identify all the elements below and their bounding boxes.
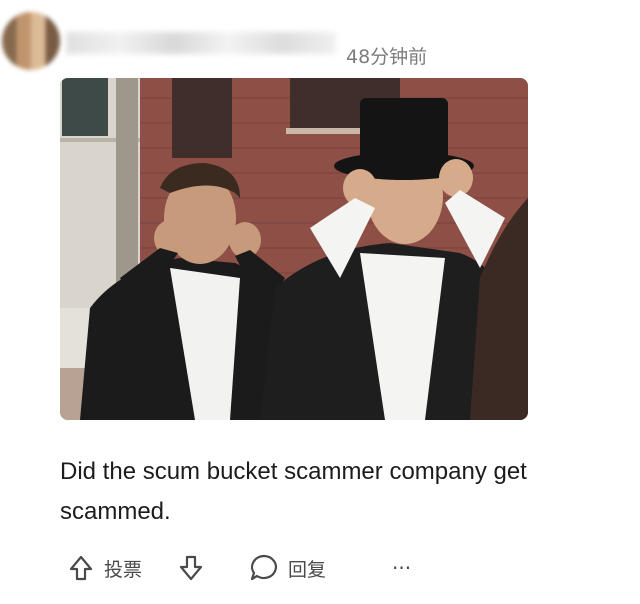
- username-redacted: [66, 32, 336, 54]
- action-bar: 投票 回复 ···: [66, 548, 466, 588]
- post-image[interactable]: [60, 78, 528, 420]
- comment-bubble-icon: [248, 552, 280, 584]
- upvote-button[interactable]: 投票: [66, 548, 142, 588]
- more-options-button[interactable]: ···: [384, 548, 411, 588]
- vote-label: 投票: [104, 558, 143, 581]
- more-icon: ···: [392, 556, 412, 580]
- reply-label: 回复: [288, 558, 327, 581]
- timestamp: 48分钟前: [346, 46, 428, 68]
- avatar[interactable]: [2, 12, 60, 70]
- downvote-button[interactable]: [176, 548, 206, 588]
- arrow-up-icon: [66, 553, 96, 583]
- post-body: Did the scum bucket scammer company get …: [60, 458, 527, 525]
- comment-header: 48分钟前: [0, 12, 640, 76]
- arrow-down-icon: [176, 553, 206, 583]
- reply-button[interactable]: 回复: [248, 548, 326, 588]
